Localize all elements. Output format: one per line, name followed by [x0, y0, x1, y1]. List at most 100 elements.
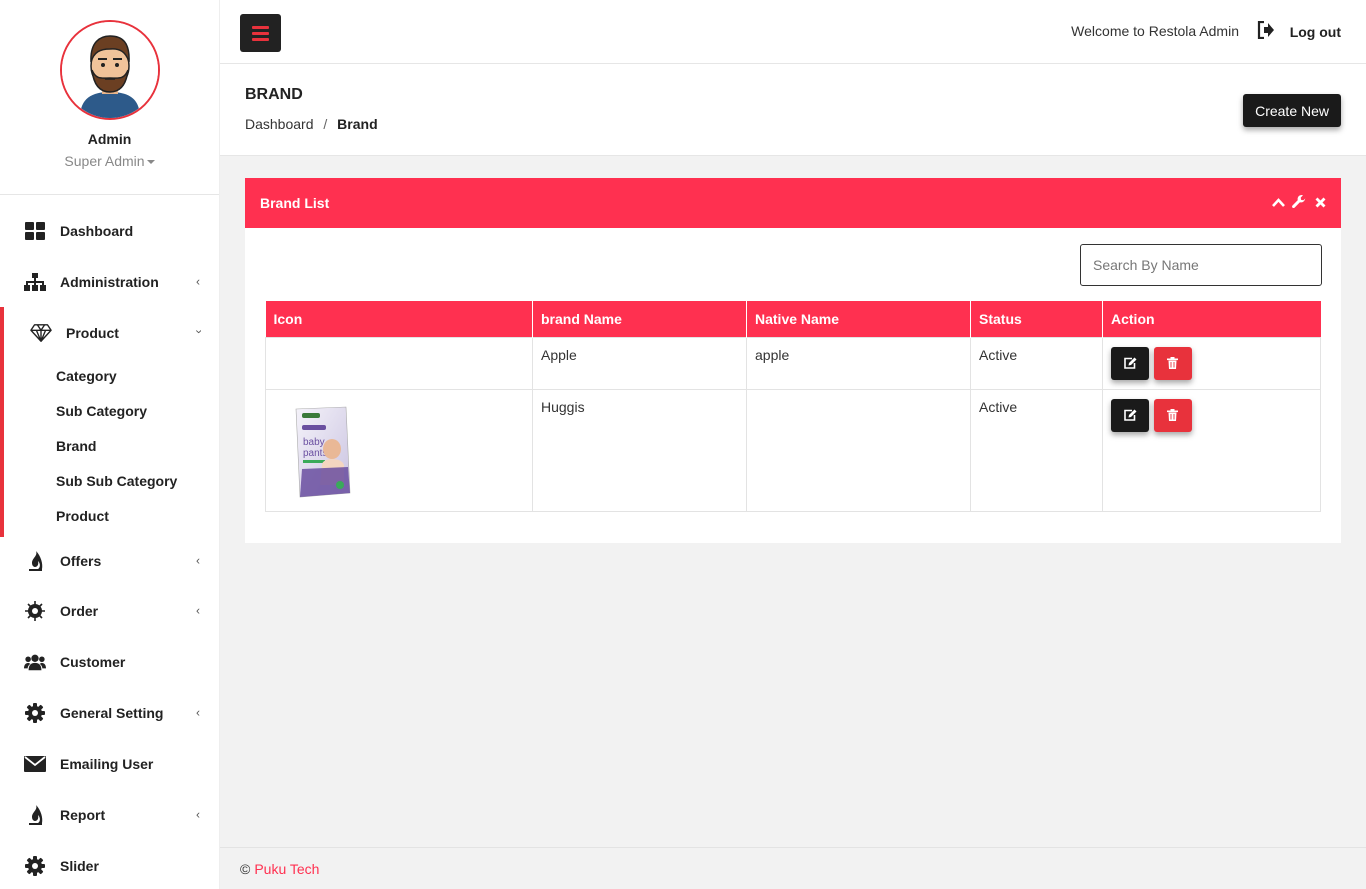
sign-out-icon[interactable]	[1257, 20, 1277, 41]
sitemap-icon	[24, 271, 46, 293]
welcome-text: Welcome to Restola Admin	[1071, 23, 1239, 39]
chevron-left-icon: ‹	[196, 806, 200, 821]
cell-action	[1102, 388, 1321, 512]
menu-toggle-button[interactable]	[240, 14, 281, 52]
hamburger-icon	[252, 37, 269, 41]
hamburger-icon	[252, 31, 269, 35]
breadcrumb-current: Brand	[337, 116, 378, 132]
avatar-illustration	[61, 22, 158, 118]
sidebar-item-general-setting[interactable]: General Setting ‹	[0, 687, 220, 738]
trash-icon	[1167, 409, 1179, 421]
delete-button[interactable]	[1153, 346, 1192, 380]
copyright-symbol: ©	[240, 860, 251, 877]
sidebar-subitem-sub-category[interactable]: Sub Category	[4, 393, 220, 428]
topbar: Welcome to Restola Admin Log out	[220, 0, 1366, 64]
profile-role-dropdown[interactable]: Super Admin	[0, 153, 219, 169]
spinner-icon	[24, 600, 46, 622]
sidebar-item-emailing-user[interactable]: Emailing User	[0, 738, 220, 789]
chevron-left-icon: ‹	[196, 553, 200, 568]
logout-link[interactable]: Log out	[1290, 24, 1341, 40]
table-header-row: Icon brand Name Native Name Status Actio…	[265, 301, 1321, 337]
breadcrumb-separator: /	[323, 116, 328, 132]
column-header-brand-name: brand Name	[532, 301, 747, 337]
cell-icon	[265, 336, 533, 390]
sidebar-item-label: Customer	[60, 653, 126, 670]
caret-down-icon	[146, 160, 155, 165]
column-header-native-name: Native Name	[746, 301, 971, 337]
product-submenu: Category Sub Category Brand Sub Sub Cate…	[4, 358, 220, 537]
card-header: Brand List	[245, 178, 1341, 228]
sidebar-item-label: Offers	[60, 553, 102, 569]
envelope-icon	[24, 753, 46, 775]
cell-action	[1102, 336, 1321, 390]
edit-icon	[1123, 357, 1136, 369]
cell-status: Active	[970, 388, 1103, 512]
sidebar: Admin Super Admin Dashboard Administrati…	[0, 0, 220, 889]
sidebar-item-label: Dashboard	[60, 222, 134, 239]
cell-native-name	[746, 388, 971, 512]
sidebar-item-label: Emailing User	[60, 755, 154, 772]
sidebar-item-label: Order	[60, 602, 99, 619]
fire-icon	[24, 550, 46, 572]
footer: © Puku Tech	[220, 847, 1366, 889]
cell-brand-name: Apple	[532, 336, 747, 390]
profile-role-label: Super Admin	[64, 153, 145, 169]
diamond-icon	[30, 322, 52, 344]
sidebar-item-slider[interactable]: Slider	[0, 840, 220, 889]
users-icon	[24, 651, 46, 673]
collapse-chevron-up-icon[interactable]	[1271, 195, 1285, 209]
sidebar-item-label: Report	[60, 806, 106, 823]
table-row: Apple apple Active	[265, 336, 1321, 390]
sidebar-item-administration[interactable]: Administration ‹	[0, 256, 220, 307]
edit-button[interactable]	[1111, 346, 1149, 380]
company-link[interactable]: Puku Tech	[254, 861, 319, 877]
delete-button[interactable]	[1153, 398, 1192, 432]
table-row: baby pants Huggis Active	[265, 388, 1321, 512]
page-title: BRAND	[245, 86, 303, 103]
search-by-name-input[interactable]	[1080, 244, 1322, 286]
gear-icon	[24, 702, 46, 724]
column-header-status: Status	[970, 301, 1103, 337]
card-tools	[1271, 195, 1327, 209]
profile-panel: Admin Super Admin	[0, 0, 219, 195]
sidebar-item-report[interactable]: Report ‹	[0, 789, 220, 840]
hamburger-icon	[252, 25, 269, 29]
gear-icon	[24, 855, 46, 877]
sidebar-item-dashboard[interactable]: Dashboard	[0, 205, 220, 256]
sidebar-subitem-product[interactable]: Product	[4, 498, 220, 533]
brand-logo-image: baby pants	[295, 406, 351, 497]
chevron-left-icon: ‹	[196, 602, 200, 617]
card-title: Brand List	[260, 195, 330, 211]
edit-icon	[1123, 409, 1136, 421]
dashboard-grid-icon	[24, 220, 46, 242]
avatar[interactable]	[59, 20, 160, 120]
chevron-left-icon: ‹	[196, 704, 200, 719]
sidebar-item-customer[interactable]: Customer	[0, 636, 220, 687]
sidebar-item-label: Administration	[60, 273, 159, 290]
breadcrumb-home-link[interactable]: Dashboard	[245, 116, 314, 132]
page-header: BRAND Dashboard / Brand Create New	[220, 64, 1366, 156]
sidebar-item-label: General Setting	[60, 704, 164, 721]
sidebar-group-product: Product ‹ Category Sub Category Brand Su…	[0, 307, 220, 537]
column-header-action: Action	[1102, 301, 1321, 337]
fire-icon	[24, 804, 46, 826]
cell-status: Active	[970, 336, 1103, 390]
sidebar-subitem-brand[interactable]: Brand	[4, 428, 220, 463]
create-new-button[interactable]: Create New	[1243, 94, 1341, 127]
sidebar-subitem-category[interactable]: Category	[4, 358, 220, 393]
brand-list-card: Brand List Icon brand Name Native Name S…	[245, 178, 1341, 543]
sidebar-item-offers[interactable]: Offers ‹	[0, 537, 220, 585]
wrench-icon[interactable]	[1292, 195, 1306, 209]
trash-icon	[1167, 357, 1179, 369]
sidebar-subitem-sub-sub-category[interactable]: Sub Sub Category	[4, 463, 220, 498]
sidebar-item-product[interactable]: Product ‹	[4, 307, 220, 358]
cell-icon: baby pants	[265, 388, 533, 512]
sidebar-item-order[interactable]: Order ‹	[0, 585, 220, 636]
profile-name: Admin	[87, 131, 132, 147]
edit-button[interactable]	[1111, 398, 1149, 432]
close-icon[interactable]	[1313, 195, 1327, 209]
cell-native-name: apple	[746, 336, 971, 390]
sidebar-menu: Dashboard Administration ‹ Product ‹ Cat…	[0, 205, 220, 889]
svg-text:baby: baby	[303, 437, 325, 448]
column-header-icon: Icon	[265, 301, 533, 337]
